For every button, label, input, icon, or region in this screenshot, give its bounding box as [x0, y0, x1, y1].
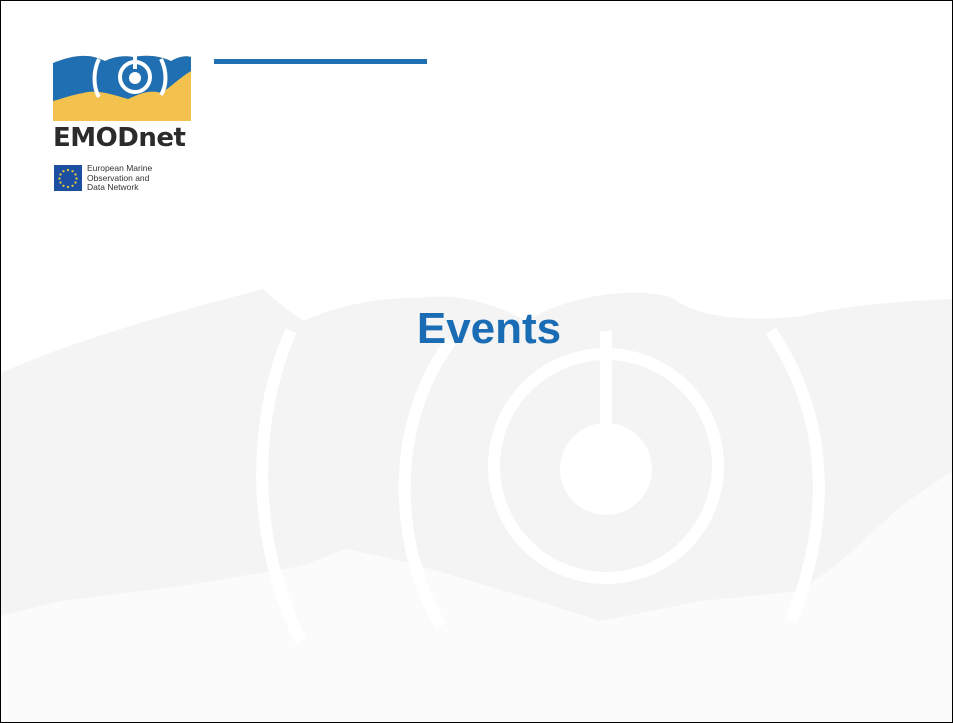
- eu-flag-icon: [54, 165, 82, 191]
- title-accent-rule: [214, 59, 427, 64]
- logo-stem: [133, 55, 137, 69]
- logo-tagline-line-3: Data Network: [87, 182, 139, 192]
- logo-dot: [129, 72, 141, 84]
- watermark-inner-circle: [560, 423, 652, 515]
- emodnet-logo: EMODnet European Marine Observation and: [53, 49, 201, 201]
- slide: EMODnet European Marine Observation and: [0, 0, 953, 723]
- emodnet-logo-wave-icon: [53, 55, 191, 121]
- logo-tagline: European Marine Observation and Data Net…: [87, 163, 152, 193]
- slide-title: Events: [416, 304, 562, 353]
- logo-wordmark: EMODnet: [53, 123, 186, 153]
